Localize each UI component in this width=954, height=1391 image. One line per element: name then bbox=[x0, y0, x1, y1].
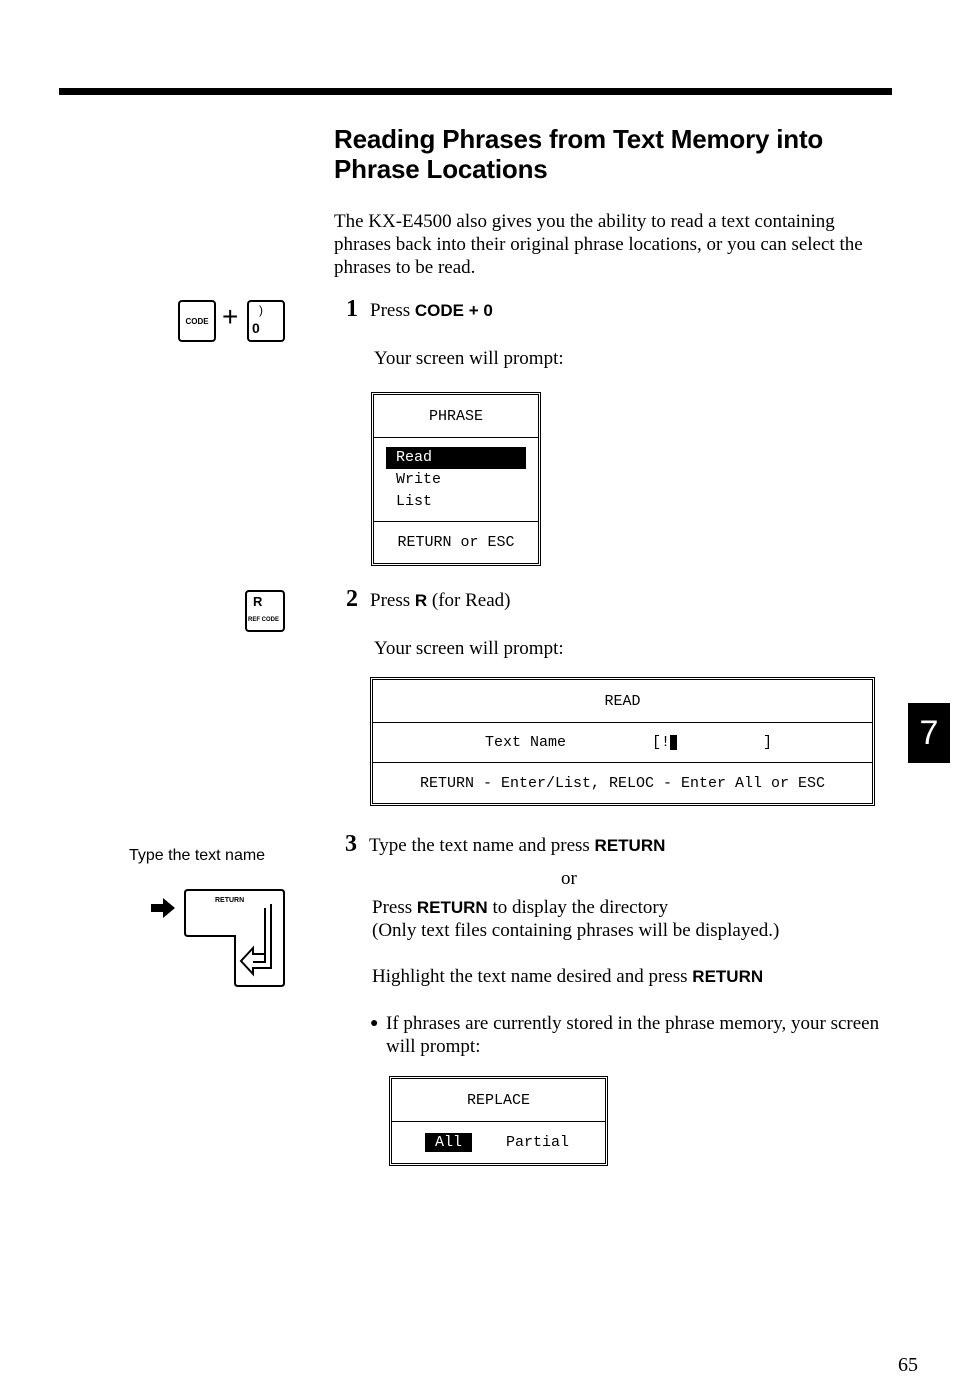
step-3-line4-key: RETURN bbox=[692, 967, 764, 986]
step-1-key: CODE + 0 bbox=[414, 301, 493, 320]
page-title: Reading Phrases from Text Memory into Ph… bbox=[334, 124, 824, 184]
phrase-menu-footer: RETURN or ESC bbox=[397, 534, 515, 551]
step-3-line2-prefix: Press bbox=[372, 897, 417, 918]
return-key-icon: RETURN bbox=[183, 886, 287, 995]
step-3-line1: Type the text name and press bbox=[369, 835, 595, 856]
menu-option-write[interactable]: Write bbox=[386, 469, 526, 491]
step-1-text: Press bbox=[370, 300, 415, 321]
zero-key-top-label: ) bbox=[259, 303, 263, 317]
step-2-suffix: (for Read) bbox=[427, 590, 511, 611]
bullet-icon: ● bbox=[370, 1016, 379, 1031]
step-3: 3 Type the text name and press RETURN bbox=[345, 831, 665, 858]
r-key-bottom-label: REF CODE bbox=[248, 617, 280, 623]
step-3-line4: Highlight the text name desired and pres… bbox=[372, 965, 763, 988]
step-1: 1 Press CODE + 0 bbox=[346, 296, 493, 323]
arrow-right-icon bbox=[151, 898, 175, 923]
type-caption: Type the text name bbox=[129, 847, 266, 864]
menu-option-read[interactable]: Read bbox=[386, 446, 526, 469]
return-key-label: RETURN bbox=[215, 897, 245, 904]
replace-option-all[interactable]: All bbox=[425, 1133, 473, 1152]
step-3-line2: Press RETURN to display the directory bbox=[372, 896, 668, 919]
step-2: 2 Press R (for Read) bbox=[346, 586, 511, 613]
step-1-number: 1 bbox=[346, 296, 358, 322]
replace-screen-options: All Partial bbox=[392, 1122, 605, 1163]
read-screen-footer: RETURN - Enter/List, RELOC - Enter All o… bbox=[419, 774, 826, 792]
phrase-menu-title: PHRASE bbox=[374, 395, 538, 438]
step-3-line2-key: RETURN bbox=[416, 898, 488, 917]
read-screen-title: READ bbox=[373, 680, 872, 723]
text-name-label: Text Name bbox=[485, 734, 567, 751]
step-3-line4-prefix: Highlight the text name desired and pres… bbox=[372, 966, 693, 987]
step-3-line1-key: RETURN bbox=[594, 836, 666, 855]
replace-screen-title: REPLACE bbox=[392, 1079, 605, 1122]
text-name-field-open[interactable]: [! bbox=[652, 734, 670, 751]
step-1-prompt: Your screen will prompt: bbox=[374, 348, 564, 369]
page-number: 65 bbox=[898, 1354, 918, 1376]
text-cursor bbox=[670, 735, 678, 750]
read-screen: READ Text Name [! ] RETURN - Enter/List,… bbox=[370, 677, 875, 806]
step-3-line2-suffix: to display the directory bbox=[487, 897, 669, 918]
r-key-icon: R REF CODE bbox=[245, 590, 285, 632]
intro-paragraph: The KX-E4500 also gives you the ability … bbox=[334, 211, 863, 278]
step-2-number: 2 bbox=[346, 586, 358, 612]
r-key-top-label: R bbox=[253, 594, 263, 609]
read-screen-field-row: Text Name [! ] bbox=[373, 723, 872, 763]
step-3-bullet: ● If phrases are currently stored in the… bbox=[370, 1012, 890, 1058]
step-2-key: R bbox=[414, 591, 428, 610]
text-name-field-close: ] bbox=[763, 734, 773, 751]
step-2-text: Press bbox=[370, 590, 415, 611]
step-2-prompt: Your screen will prompt: bbox=[374, 638, 564, 659]
phrase-menu-options: Read Write List bbox=[374, 438, 538, 522]
step-3-number: 3 bbox=[345, 831, 357, 857]
zero-key-icon: ) 0 bbox=[247, 300, 285, 342]
chapter-tab: 7 bbox=[908, 703, 950, 763]
step-3-or: or bbox=[561, 868, 577, 889]
step-3-line3: (Only text files containing phrases will… bbox=[372, 920, 780, 941]
step-3-bullet-text: If phrases are currently stored in the p… bbox=[386, 1013, 880, 1057]
zero-key-bottom-label: 0 bbox=[252, 320, 260, 336]
replace-option-partial[interactable]: Partial bbox=[506, 1134, 569, 1151]
top-rule bbox=[59, 88, 892, 95]
menu-option-list[interactable]: List bbox=[386, 491, 526, 513]
code-key-icon: CODE bbox=[178, 300, 216, 342]
replace-screen: REPLACE All Partial bbox=[389, 1076, 608, 1166]
code-key-label: CODE bbox=[185, 316, 209, 326]
plus-sign: + bbox=[222, 301, 239, 332]
phrase-menu-screen: PHRASE Read Write List RETURN or ESC bbox=[371, 392, 541, 566]
